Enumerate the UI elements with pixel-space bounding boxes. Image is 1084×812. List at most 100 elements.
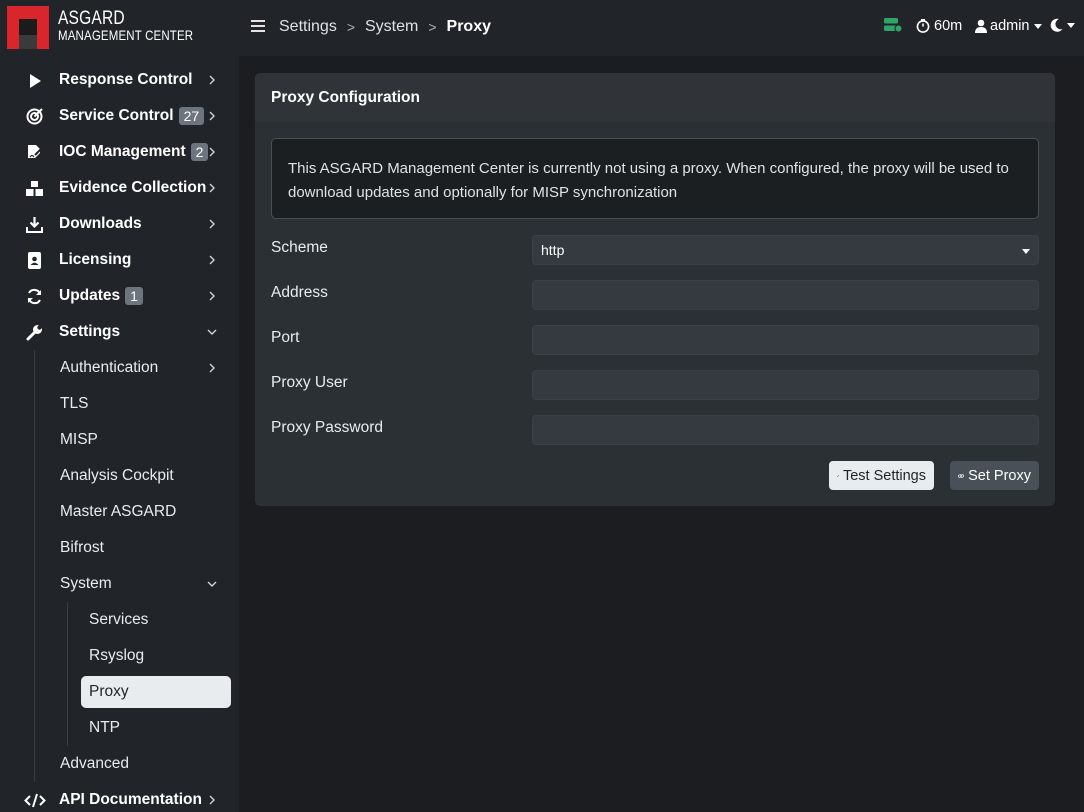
sidebar-item-label: Downloads [59,215,142,232]
chevron-down-icon [207,329,217,335]
sidebar-item-misp[interactable]: MISP [0,422,239,458]
proxy-user-input[interactable] [532,370,1039,400]
sidebar-item-advanced[interactable]: Advanced [0,746,239,782]
scheme-select[interactable]: http [532,235,1039,265]
sidebar-item-label: Settings [59,323,121,340]
address-row: Address [271,280,1039,310]
chevron-right-icon [209,291,215,301]
scheme-value: http [541,242,565,258]
breadcrumb-proxy: Proxy [446,18,491,35]
card-title: Proxy Configuration [255,73,1055,122]
breadcrumb-settings[interactable]: Settings [279,18,337,36]
caret-down-icon [1067,22,1075,28]
sidebar-item-response-control[interactable]: Response Control [0,62,239,98]
stopwatch-icon [916,19,930,33]
play-icon [26,72,43,89]
server-status-icon[interactable] [884,18,902,32]
set-proxy-button[interactable]: Set Proxy [950,461,1039,490]
port-row: Port [271,325,1039,355]
address-label: Address [271,284,328,301]
sidebar-item-label: IOC Management [59,143,186,160]
count-badge: 1 [125,287,143,305]
proxy-user-row: Proxy User [271,370,1039,400]
chevron-right-icon [209,219,215,229]
proxy-configuration-card: Proxy Configuration This ASGARD Manageme… [255,73,1055,506]
sidebar-item-service-control[interactable]: Service Control 27 [0,98,239,134]
proxy-password-input[interactable] [532,415,1039,445]
count-badge: 27 [178,107,205,125]
code-icon [24,792,46,809]
sidebar-item-system[interactable]: System [0,566,239,602]
moon-icon [1050,18,1063,32]
user-icon [975,19,987,33]
sidebar-item-settings[interactable]: Settings [0,314,239,350]
breadcrumb-system[interactable]: System [365,18,418,36]
logo-mark-icon [7,5,49,49]
port-input[interactable] [532,325,1039,355]
chevron-right-icon [209,75,215,85]
sidebar-item-evidence-collection[interactable]: Evidence Collection [0,170,239,206]
test-settings-button[interactable]: Test Settings [829,461,934,490]
sidebar-item-updates[interactable]: Updates 1 [0,278,239,314]
sidebar-item-label: Response Control [59,71,193,88]
sidebar-item-master-asgard[interactable]: Master ASGARD [0,494,239,530]
breadcrumb-separator: > [346,19,355,35]
address-input[interactable] [532,280,1039,310]
breadcrumb: Settings > System > Proxy [279,18,491,36]
settings-submenu: Authentication TLS MISP Analysis Cockpit… [0,350,239,782]
sidebar-item-licensing[interactable]: Licensing [0,242,239,278]
wrench-icon [26,324,43,341]
session-timer[interactable]: 60m [916,18,962,34]
sidebar-item-proxy[interactable]: Proxy [0,674,239,710]
user-menu[interactable]: admin [975,18,1042,34]
test-settings-label: Test Settings [842,467,926,484]
sidebar-item-rsyslog[interactable]: Rsyslog [0,638,239,674]
hamburger-menu-icon[interactable] [251,19,265,33]
chevron-right-icon [209,111,215,121]
crosshair-icon [26,108,43,125]
logo[interactable]: ASGARD MANAGEMENT CENTER [7,5,223,49]
sidebar-item-services[interactable]: Services [0,602,239,638]
user-name: admin [990,18,1030,34]
scheme-label: Scheme [271,239,328,256]
sidebar-item-bifrost[interactable]: Bifrost [0,530,239,566]
info-alert: This ASGARD Management Center is current… [271,138,1039,219]
session-timer-label: 60m [934,18,963,34]
chevron-down-icon [207,581,217,587]
breadcrumb-separator: > [428,19,437,35]
sidebar-item-label: Licensing [59,251,132,268]
sidebar-nav: Response Control Service Control 27 IOC M… [0,62,239,812]
sidebar-item-downloads[interactable]: Downloads [0,206,239,242]
sidebar-item-tls[interactable]: TLS [0,386,239,422]
proxy-password-row: Proxy Password [271,415,1039,445]
pencil-icon [837,474,839,477]
chevron-right-icon [209,183,215,193]
boxes-icon [26,180,43,197]
chevron-right-icon [209,363,215,373]
sidebar-item-label: Updates [59,287,121,304]
chevron-right-icon [209,795,215,805]
sidebar-item-label: API Documentation [59,791,202,808]
sidebar-item-api-documentation[interactable]: API Documentation [0,782,239,812]
port-label: Port [271,329,300,346]
id-badge-icon [26,252,43,269]
file-signature-icon [26,144,43,161]
proxy-user-label: Proxy User [271,374,348,391]
link-icon [958,473,965,478]
sidebar-item-label: Evidence Collection [59,179,207,196]
set-proxy-label: Set Proxy [968,467,1031,484]
sync-icon [26,288,43,305]
sidebar-item-authentication[interactable]: Authentication [0,350,239,386]
sidebar-item-ioc-management[interactable]: IOC Management 2 [0,134,239,170]
chevron-right-icon [209,255,215,265]
theme-toggle[interactable] [1050,18,1075,32]
chevron-right-icon [209,147,215,157]
sidebar-item-ntp[interactable]: NTP [0,710,239,746]
sidebar-item-analysis-cockpit[interactable]: Analysis Cockpit [0,458,239,494]
logo-subtitle: MANAGEMENT CENTER [58,27,194,43]
sidebar: ASGARD MANAGEMENT CENTER Response Contro… [0,0,239,812]
caret-down-icon [1033,23,1042,29]
download-icon [26,216,43,233]
proxy-password-label: Proxy Password [271,419,383,436]
top-bar: Settings > System > Proxy 60m admin [239,0,1084,56]
